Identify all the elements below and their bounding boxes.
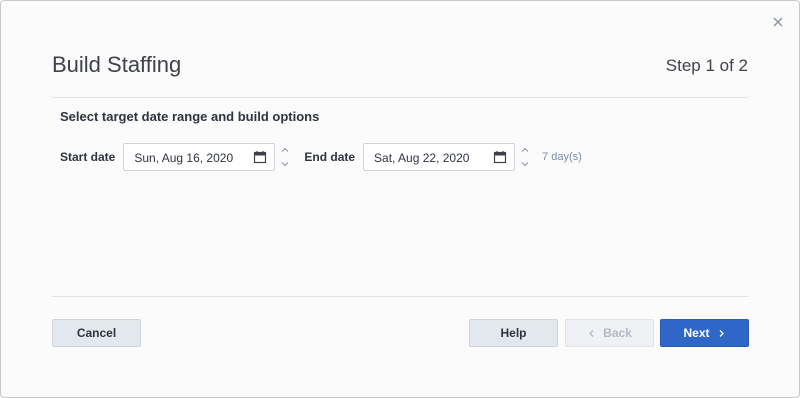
chevron-down-icon[interactable]	[280, 159, 290, 169]
chevron-down-icon[interactable]	[520, 159, 530, 169]
end-date-label: End date	[304, 150, 356, 164]
help-button-label: Help	[500, 326, 527, 340]
help-button[interactable]: Help	[469, 319, 558, 347]
start-date-value: Sun, Aug 16, 2020	[134, 151, 234, 165]
step-indicator: Step 1 of 2	[665, 56, 748, 75]
start-date-input[interactable]: Sun, Aug 16, 2020	[123, 143, 276, 171]
back-button-label: Back	[603, 326, 632, 340]
start-date-stepper	[278, 142, 292, 172]
chevron-up-icon[interactable]	[520, 145, 530, 155]
cancel-button[interactable]: Cancel	[52, 319, 141, 347]
next-button-label: Next	[683, 326, 710, 340]
close-icon[interactable]	[771, 15, 785, 29]
chevron-right-icon	[719, 329, 724, 337]
cancel-button-label: Cancel	[76, 326, 117, 340]
dialog-title: Build Staffing	[52, 52, 182, 77]
end-date-value: Sat, Aug 22, 2020	[374, 151, 470, 165]
date-range-row: Start date Sun, Aug 16, 2020 End date Sa…	[60, 142, 582, 172]
dialog-header: Build Staffing Step 1 of 2	[52, 51, 748, 98]
calendar-icon[interactable]	[493, 150, 507, 164]
start-date-label: Start date	[60, 150, 116, 164]
footer-divider	[52, 296, 748, 297]
chevron-up-icon[interactable]	[280, 145, 290, 155]
end-date-input[interactable]: Sat, Aug 22, 2020	[363, 143, 516, 171]
chevron-left-icon	[589, 329, 594, 337]
next-button[interactable]: Next	[660, 319, 749, 347]
section-subtitle: Select target date range and build optio…	[60, 109, 320, 124]
duration-text: 7 day(s)	[542, 151, 582, 163]
calendar-icon[interactable]	[253, 150, 267, 164]
end-date-stepper	[518, 142, 532, 172]
build-staffing-dialog: Build Staffing Step 1 of 2 Select target…	[0, 0, 800, 398]
back-button[interactable]: Back	[565, 319, 654, 347]
